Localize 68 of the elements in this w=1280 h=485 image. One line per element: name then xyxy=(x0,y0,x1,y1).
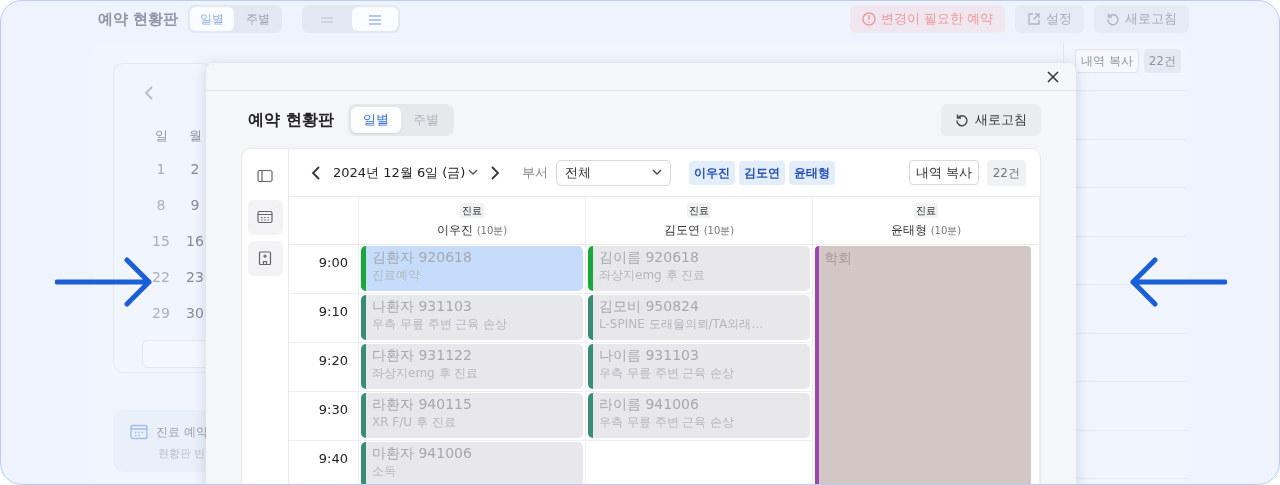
staff-chip[interactable]: 윤태형 xyxy=(789,160,836,185)
time-label: 9:30 xyxy=(289,392,358,441)
patient-name: 라환자 940115 xyxy=(372,395,473,414)
calendar-view-button[interactable] xyxy=(247,200,283,235)
chevron-down-icon xyxy=(468,169,479,176)
warning-icon xyxy=(861,12,876,26)
view-tab[interactable]: 주별 xyxy=(236,7,281,31)
patient-name: 김모비 950824 xyxy=(599,297,700,316)
left-arrow-icon xyxy=(1127,254,1227,310)
weekday-label: 월 xyxy=(187,127,203,145)
view-tab[interactable]: 일별 xyxy=(350,107,401,133)
settings-button[interactable]: 설정 xyxy=(1015,5,1084,33)
calendar-day[interactable]: 29 xyxy=(144,300,178,326)
list-icon xyxy=(368,13,383,26)
pending-changes-button[interactable]: 변경이 필요한 예약 xyxy=(849,5,1005,33)
view-tab[interactable]: 일별 xyxy=(190,7,235,31)
clinic-view-button[interactable] xyxy=(247,241,283,276)
appointment-note: 진료예약 xyxy=(372,267,421,284)
count-badge: 22건 xyxy=(1143,49,1181,73)
notice-title: 진료 예약 xyxy=(156,424,208,441)
refresh-button[interactable]: 새로고침 xyxy=(941,104,1041,136)
patient-name: 나이름 931103 xyxy=(599,346,700,365)
patient-name: 김환자 920618 xyxy=(372,248,473,267)
chevron-right-icon xyxy=(490,165,501,180)
department-select[interactable]: 전체 xyxy=(556,159,672,186)
calendar-day[interactable]: 15 xyxy=(144,228,178,254)
refresh-button[interactable]: 새로고침 xyxy=(1094,5,1189,33)
patient-name: 라이름 941006 xyxy=(599,395,700,414)
staff-name: 윤태형 (10분) xyxy=(890,221,962,239)
page-title: 예약 현황판 xyxy=(98,8,179,30)
sidebar-icon xyxy=(257,169,273,184)
count-badge: 22건 xyxy=(986,159,1026,186)
patient-name: 나환자 931103 xyxy=(372,297,473,316)
refresh-icon xyxy=(955,113,969,127)
department-label: 부서 xyxy=(522,163,549,182)
chevron-left-icon xyxy=(311,165,321,180)
modal-title: 예약 현황판 xyxy=(248,109,334,131)
staff-name: 김도연 (10분) xyxy=(663,221,735,239)
date-picker-button[interactable]: 2024년 12월 6일 (금) xyxy=(333,162,479,183)
copy-history-button[interactable]: 내역 복사 xyxy=(1074,49,1139,73)
calendar-icon xyxy=(130,424,148,440)
patient-name: 다환자 931122 xyxy=(372,346,473,365)
category-tag: 진료 xyxy=(687,202,711,218)
time-label: 9:10 xyxy=(289,294,358,343)
copy-history-button[interactable]: 내역 복사 xyxy=(908,159,979,186)
right-arrow-icon xyxy=(55,254,155,310)
patient-name: 마환자 941006 xyxy=(372,444,473,463)
time-label: 9:00 xyxy=(289,245,358,294)
close-icon xyxy=(1046,69,1060,84)
staff-chip[interactable]: 이우진 xyxy=(689,160,736,185)
chevron-down-icon xyxy=(652,169,663,176)
calendar-day[interactable]: 8 xyxy=(144,192,178,218)
external-link-icon xyxy=(1027,12,1041,26)
calendar-day[interactable]: 22 xyxy=(144,264,178,290)
staff-name: 이우진 (10분) xyxy=(436,221,508,239)
category-tag: 진료 xyxy=(460,202,484,218)
time-label: 9:20 xyxy=(289,343,358,392)
appointment-card[interactable]: 김환자 920618 진료예약 xyxy=(361,246,583,291)
time-label: 9:40 xyxy=(289,441,358,484)
weekday-label: 일 xyxy=(153,127,169,145)
staff-chip[interactable]: 김도연 xyxy=(739,160,786,185)
refresh-icon xyxy=(1106,12,1120,26)
calendar-day[interactable]: 1 xyxy=(144,156,178,182)
calendar-icon xyxy=(257,210,273,225)
close-button[interactable] xyxy=(1046,69,1060,84)
category-tag: 진료 xyxy=(914,202,938,218)
clinic-icon xyxy=(257,251,273,266)
patient-name: 김이름 920618 xyxy=(599,248,700,267)
